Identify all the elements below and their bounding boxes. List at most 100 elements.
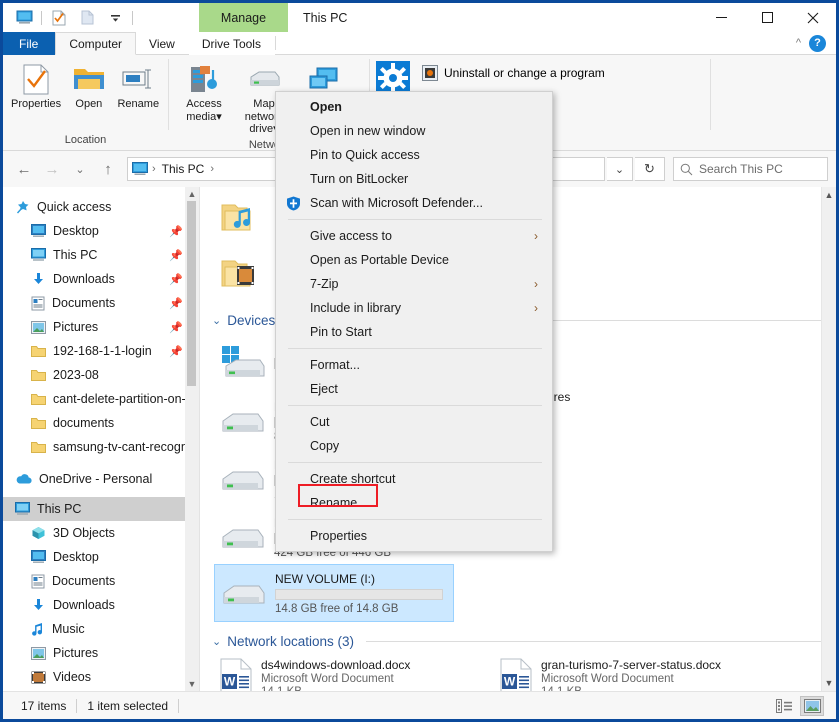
menu-item-create-shortcut[interactable]: Create shortcut: [276, 467, 552, 491]
status-bar: 17 items 1 item selected: [3, 691, 836, 719]
ribbon-rename-button[interactable]: Rename: [115, 60, 162, 114]
close-button[interactable]: [790, 3, 836, 32]
contextual-tab-group-manage: Manage: [199, 3, 288, 32]
menu-item-turn-on-bitlocker[interactable]: Turn on BitLocker: [276, 167, 552, 191]
context-menu[interactable]: Open Open in new window Pin to Quick acc…: [275, 91, 553, 552]
sidebar-item-downloads[interactable]: Downloads 📌: [3, 267, 199, 291]
up-button[interactable]: ↑: [95, 156, 121, 182]
ribbon-open-button[interactable]: Open: [65, 60, 112, 114]
sidebar-item-quick-access[interactable]: Quick access: [3, 195, 199, 219]
new-folder-icon[interactable]: [74, 7, 100, 29]
pin-icon[interactable]: 📌: [169, 225, 183, 238]
sidebar-item-192-168-1-1-login[interactable]: 192-168-1-1-login 📌: [3, 339, 199, 363]
navigation-pane-scrollbar[interactable]: ▲ ▼: [185, 187, 199, 691]
menu-item-eject[interactable]: Eject: [276, 377, 552, 401]
settings-gear-icon[interactable]: [376, 61, 410, 95]
scroll-down-arrow-icon[interactable]: ▼: [822, 675, 836, 691]
menu-item-scan-with-defender[interactable]: Scan with Microsoft Defender...: [276, 191, 552, 215]
menu-item-open-in-new-window[interactable]: Open in new window: [276, 119, 552, 143]
collapse-ribbon-icon[interactable]: ^: [796, 37, 801, 49]
file-tile-gran-turismo[interactable]: W gran-turismo-7-server-status.docx Micr…: [496, 655, 776, 691]
scrollbar-thumb[interactable]: [187, 201, 196, 386]
menu-separator-5: [288, 519, 542, 520]
sidebar-item-pictures[interactable]: Pictures 📌: [3, 315, 199, 339]
menu-item-properties[interactable]: Properties: [276, 524, 552, 548]
address-dropdown-button[interactable]: ⌄: [607, 157, 633, 181]
defender-shield-icon: [276, 196, 310, 211]
tab-computer[interactable]: Computer: [55, 32, 137, 55]
menu-item-open-as-portable-device[interactable]: Open as Portable Device: [276, 248, 552, 272]
minimize-button[interactable]: [698, 3, 744, 32]
sidebar-item-documents-2[interactable]: Documents: [3, 569, 199, 593]
customize-dropdown-icon[interactable]: [102, 7, 128, 29]
pin-icon[interactable]: 📌: [169, 321, 183, 334]
sidebar-item-onedrive[interactable]: OneDrive - Personal: [3, 467, 199, 491]
chevron-down-icon[interactable]: ▾: [216, 111, 222, 123]
sidebar-item-this-pc-qa[interactable]: This PC 📌: [3, 243, 199, 267]
this-pc-icon[interactable]: [11, 7, 37, 29]
menu-item-cut[interactable]: Cut: [276, 410, 552, 434]
menu-item-open[interactable]: Open: [276, 95, 552, 119]
large-icons-view-button[interactable]: [800, 695, 824, 716]
tab-drive-tools[interactable]: Drive Tools: [188, 32, 275, 55]
scroll-up-arrow-icon[interactable]: ▲: [822, 187, 836, 203]
sidebar-item-documents-folder[interactable]: documents: [3, 411, 199, 435]
section-header-network-locations[interactable]: ⌄ Network locations (3): [200, 628, 836, 651]
folder-icon: [31, 345, 46, 358]
sidebar-item-pictures-2[interactable]: Pictures: [3, 641, 199, 665]
sidebar-item-this-pc[interactable]: This PC: [3, 497, 199, 521]
drive-tile-new-volume-i[interactable]: NEW VOLUME (I:) 14.8 GB free of 14.8 GB: [214, 564, 454, 622]
submenu-arrow-icon: ›: [534, 277, 538, 291]
sidebar-item-videos[interactable]: Videos: [3, 665, 199, 689]
sidebar-item-2023-08[interactable]: 2023-08: [3, 363, 199, 387]
chevron-down-icon[interactable]: ⌄: [212, 314, 221, 327]
forward-button[interactable]: →: [39, 156, 65, 182]
tab-view[interactable]: View: [136, 32, 189, 55]
sidebar-label: Desktop: [53, 550, 99, 564]
properties-icon[interactable]: [46, 7, 72, 29]
menu-item-pin-to-quick-access[interactable]: Pin to Quick access: [276, 143, 552, 167]
sidebar-item-desktop-2[interactable]: Desktop: [3, 545, 199, 569]
pin-icon[interactable]: 📌: [169, 273, 183, 286]
sidebar-item-samsung-tv-cant-recognize[interactable]: samsung-tv-cant-recogniz: [3, 435, 199, 459]
chevron-down-icon[interactable]: ⌄: [212, 635, 221, 648]
breadcrumb-item-this-pc[interactable]: This PC: [160, 162, 207, 176]
details-view-button[interactable]: [772, 696, 796, 716]
sidebar-item-music[interactable]: Music: [3, 617, 199, 641]
menu-item-give-access-to[interactable]: Give access to ›: [276, 224, 552, 248]
menu-item-format[interactable]: Format...: [276, 353, 552, 377]
ribbon-uninstall-program-button[interactable]: Uninstall or change a program: [418, 63, 609, 83]
tab-file[interactable]: File: [3, 32, 56, 55]
maximize-button[interactable]: [744, 3, 790, 32]
pin-icon[interactable]: 📌: [169, 297, 183, 310]
submenu-arrow-icon: ›: [534, 229, 538, 243]
menu-item-copy[interactable]: Copy: [276, 434, 552, 458]
scroll-down-arrow-icon[interactable]: ▼: [188, 679, 197, 689]
ribbon-properties-button[interactable]: Properties: [9, 60, 63, 114]
pin-icon[interactable]: 📌: [169, 345, 183, 358]
menu-item-pin-to-start[interactable]: Pin to Start: [276, 320, 552, 344]
file-type: Microsoft Word Document: [541, 673, 674, 685]
menu-item-include-in-library[interactable]: Include in library ›: [276, 296, 552, 320]
sidebar-item-3d-objects[interactable]: 3D Objects: [3, 521, 199, 545]
sidebar-item-desktop[interactable]: Desktop 📌: [3, 219, 199, 243]
content-pane-scrollbar[interactable]: ▲ ▼: [821, 187, 836, 691]
help-icon[interactable]: ?: [809, 34, 826, 52]
navigation-pane[interactable]: Quick access Desktop 📌 This PC 📌 Downloa…: [3, 187, 200, 691]
pin-icon[interactable]: 📌: [169, 249, 183, 262]
menu-item-rename[interactable]: Rename: [276, 491, 552, 515]
ribbon-access-media-button[interactable]: Access media▾: [175, 60, 233, 126]
back-button[interactable]: ←: [11, 156, 37, 182]
toolbar-divider-2: [132, 10, 133, 25]
sidebar-item-cant-delete-partition[interactable]: cant-delete-partition-on-s: [3, 387, 199, 411]
section-title: Network locations (3): [227, 634, 355, 649]
refresh-button[interactable]: ↻: [635, 157, 665, 181]
menu-item-7-zip[interactable]: 7-Zip ›: [276, 272, 552, 296]
recent-locations-button[interactable]: ⌄: [67, 156, 93, 182]
file-tile-ds4windows[interactable]: W ds4windows-download.docx Microsoft Wor…: [216, 655, 496, 691]
scroll-up-arrow-icon[interactable]: ▲: [188, 189, 197, 199]
sidebar-item-documents[interactable]: Documents 📌: [3, 291, 199, 315]
sidebar-item-downloads-2[interactable]: Downloads: [3, 593, 199, 617]
search-input[interactable]: Search This PC: [673, 157, 828, 181]
breadcrumb-separator-2[interactable]: ›: [210, 163, 214, 175]
